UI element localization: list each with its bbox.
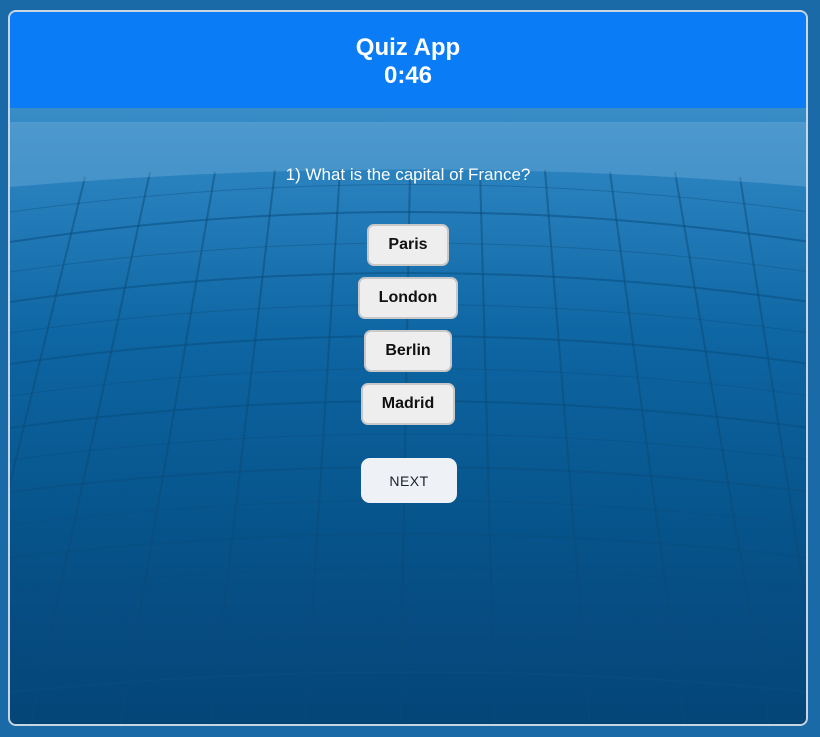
app-title: Quiz App: [355, 34, 461, 61]
quiz-container: Quiz App 0:46 1) What is the capital of …: [8, 10, 808, 726]
answer-list: Paris London Berlin Madrid: [10, 224, 806, 436]
answer-button-berlin[interactable]: Berlin: [364, 330, 452, 372]
countdown-timer: 0:46: [383, 62, 433, 89]
answer-button-madrid[interactable]: Madrid: [360, 383, 456, 425]
answer-button-paris[interactable]: Paris: [367, 224, 449, 266]
question-text: 1) What is the capital of France?: [285, 165, 531, 184]
next-button[interactable]: NEXT: [361, 458, 457, 503]
app-header: Quiz App 0:46: [10, 12, 806, 108]
answer-button-london[interactable]: London: [357, 277, 459, 319]
